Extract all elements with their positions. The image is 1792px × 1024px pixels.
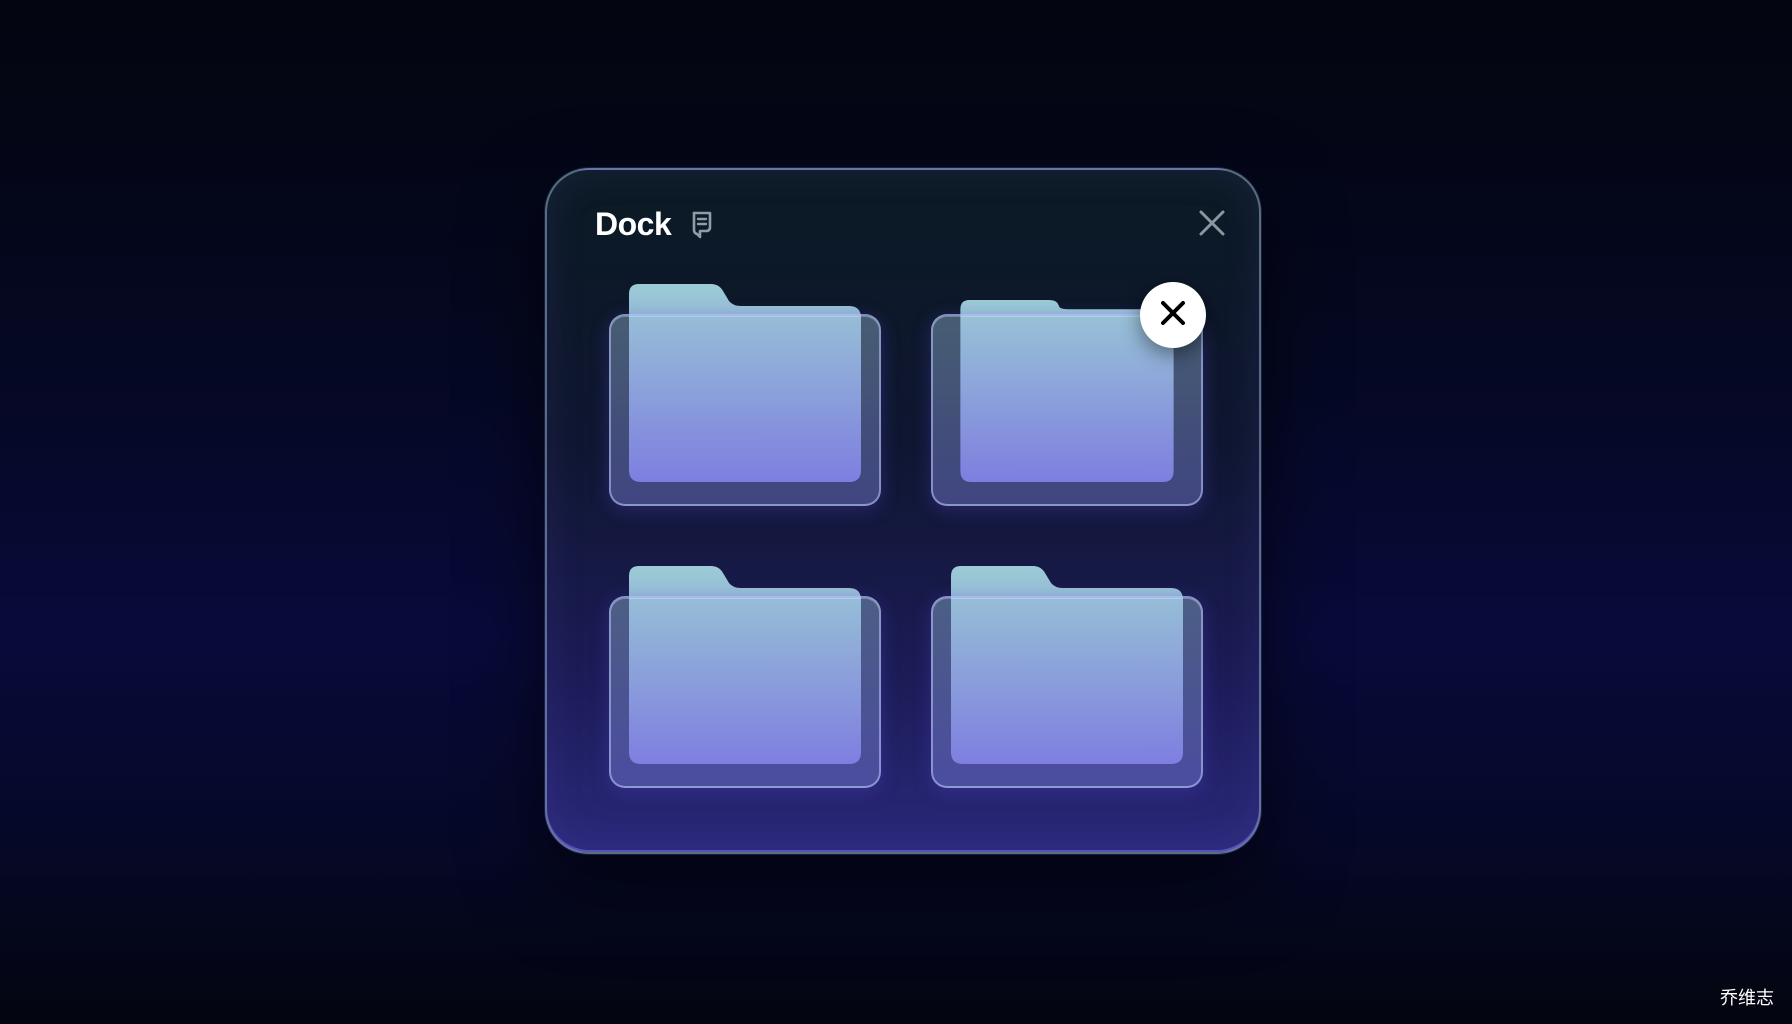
- close-icon: [1198, 209, 1226, 242]
- dock-panel: Dock: [545, 168, 1261, 854]
- folder-item-3[interactable]: [609, 566, 881, 792]
- remove-folder-button[interactable]: [1140, 282, 1206, 348]
- folder-front-panel: [931, 596, 1203, 788]
- folder-item-4[interactable]: [931, 566, 1203, 792]
- close-button[interactable]: [1193, 206, 1231, 244]
- dock-header: Dock: [595, 206, 715, 243]
- dock-title: Dock: [595, 206, 672, 242]
- memo-icon: [689, 210, 715, 240]
- folder-front-panel: [609, 314, 881, 506]
- close-icon: [1159, 299, 1187, 332]
- folder-front-panel: [609, 596, 881, 788]
- folder-item-1[interactable]: [609, 284, 881, 510]
- watermark: 乔维志: [1720, 988, 1774, 1009]
